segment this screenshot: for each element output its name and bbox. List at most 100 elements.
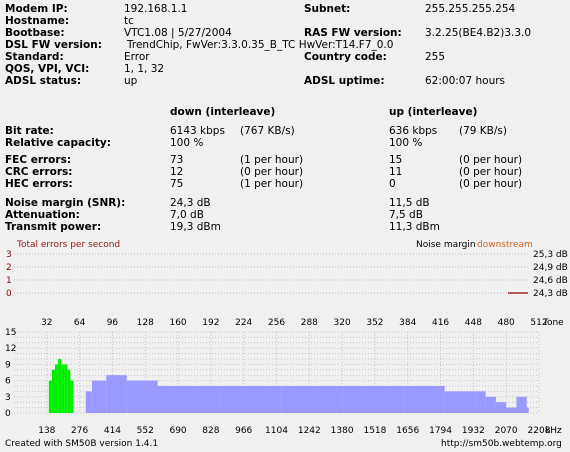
stat-up-extra: (0 per hour) (459, 154, 523, 166)
stat-down-extra: (0 per hour) (240, 166, 304, 178)
tone-y-tick: 6 (5, 377, 11, 387)
tone-bottom-tick: 966 (235, 426, 252, 436)
error-y-tick: 1 (6, 276, 12, 286)
adsl-status-value: up (124, 75, 138, 87)
country-code-label: Country code: (304, 51, 387, 63)
dsl-fw-value: TrendChip, FwVer:3.3.0.35_B_TC HwVer:T14… (127, 39, 394, 51)
tone-y-tick: 12 (5, 344, 16, 354)
tone-bar (444, 391, 476, 413)
stat-label: Bit rate: (5, 125, 54, 137)
stat-label: Noise margin (SNR): (5, 197, 126, 209)
tone-top-tick: 448 (465, 318, 482, 328)
tone-bar (126, 380, 158, 413)
stat-down: 75 (170, 178, 184, 190)
dsl-fw-label: DSL FW version: (5, 39, 102, 51)
stat-up-extra: (0 per hour) (459, 166, 523, 178)
stat-up: 11,5 dB (389, 197, 430, 209)
stat-down: 19,3 dBm (170, 221, 221, 233)
stat-label: Transmit power: (5, 221, 102, 233)
qos-value: 1, 1, 32 (124, 63, 165, 75)
downstream-legend: downstream (477, 240, 533, 250)
bootbase-value: VTC1.08 | 5/27/2004 (124, 27, 232, 39)
tone-y-tick: 15 (5, 328, 16, 338)
tone-axis-label: Tone (542, 318, 564, 328)
stat-up: 0 (389, 178, 396, 190)
stat-down: 24,3 dB (170, 197, 211, 209)
noise-margin-legend: Noise margin (416, 240, 476, 250)
tone-bar (495, 402, 507, 413)
tone-top-tick: 416 (432, 318, 449, 328)
country-code-value: 255 (425, 51, 446, 63)
tone-bar (219, 386, 281, 413)
tone-bottom-tick: 1380 (331, 426, 354, 436)
tone-y-tick: 9 (5, 360, 11, 370)
khz-axis-label: kHz (545, 426, 562, 436)
tone-bottom-tick: 2070 (495, 426, 518, 436)
tone-bar (403, 386, 445, 413)
tone-top-tick: 256 (268, 318, 285, 328)
tone-top-tick: 384 (399, 318, 416, 328)
noise-right-tick: 24,9 dB (533, 263, 568, 273)
tone-bottom-tick: 1932 (462, 426, 485, 436)
tone-bottom-tick: 1518 (363, 426, 386, 436)
stat-up: 636 kbps (389, 125, 438, 137)
tone-top-tick: 128 (137, 318, 154, 328)
tone-bar (70, 380, 74, 413)
stat-up-extra: (79 KB/s) (459, 125, 507, 137)
modem-ip-value: 192.168.1.1 (124, 3, 188, 15)
tone-top-tick: 352 (366, 318, 383, 328)
tone-y-tick: 3 (5, 393, 11, 403)
stat-down: 7,0 dB (170, 209, 204, 221)
noise-right-tick: 25,3 dB (533, 250, 568, 260)
down-header: down (interleave) (170, 106, 276, 118)
footer-created: Created with SM50B version 1.4.1 (5, 439, 159, 449)
tone-top-tick: 96 (107, 318, 119, 328)
noise-right-tick: 24,6 dB (533, 276, 568, 286)
tone-bar (85, 391, 92, 413)
hostname-label: Hostname: (5, 15, 70, 27)
tone-bar (506, 407, 517, 413)
tone-bottom-tick: 138 (38, 426, 55, 436)
stat-up-extra: (0 per hour) (459, 178, 523, 190)
stat-down-extra: (1 per hour) (240, 178, 304, 190)
stat-up: 100 % (389, 137, 423, 149)
tone-bottom-tick: 1794 (429, 426, 452, 436)
tone-bottom-tick: 828 (202, 426, 219, 436)
stat-down: 6143 kbps (170, 125, 225, 137)
hostname-value: tc (124, 15, 134, 27)
tone-top-tick: 64 (74, 318, 86, 328)
tone-bar (280, 386, 343, 413)
tone-bar (485, 396, 496, 413)
tone-bottom-tick: 552 (137, 426, 154, 436)
error-y-tick: 2 (6, 263, 12, 273)
tone-top-tick: 32 (41, 318, 52, 328)
stat-down-extra: (1 per hour) (240, 154, 304, 166)
subnet-label: Subnet: (304, 3, 351, 15)
tone-top-tick: 320 (334, 318, 351, 328)
stat-up: 15 (389, 154, 403, 166)
tone-bar (61, 364, 65, 413)
tone-bar (475, 391, 486, 413)
tone-bar (55, 364, 59, 413)
adsl-uptime-value: 62:00:07 hours (425, 75, 506, 87)
error-y-tick: 0 (6, 289, 12, 299)
footer-url-link[interactable]: http://sm50b.webtemp.org (441, 439, 562, 449)
tone-bottom-tick: 1104 (265, 426, 288, 436)
tone-top-tick: 480 (498, 318, 515, 328)
up-header: up (interleave) (389, 106, 478, 118)
ras-fw-label: RAS FW version: (304, 27, 402, 39)
tone-bar (106, 375, 127, 413)
tone-bottom-tick: 276 (71, 426, 88, 436)
adsl-uptime-label: ADSL uptime: (304, 75, 385, 87)
tone-bottom-tick: 690 (169, 426, 186, 436)
error-chart-title: Total errors per second (17, 240, 121, 250)
tone-bottom-tick: 1242 (298, 426, 321, 436)
noise-right-tick: 24,3 dB (533, 289, 568, 299)
tone-bar (48, 380, 52, 413)
tone-bar (516, 396, 527, 413)
qos-label: QOS, VPI, VCI: (5, 63, 90, 75)
ras-fw-value: 3.2.25(BE4.B2)3.3.0 (425, 27, 532, 39)
tone-bar (91, 380, 107, 413)
stat-label: CRC errors: (5, 166, 73, 178)
stat-up: 11 (389, 166, 403, 178)
